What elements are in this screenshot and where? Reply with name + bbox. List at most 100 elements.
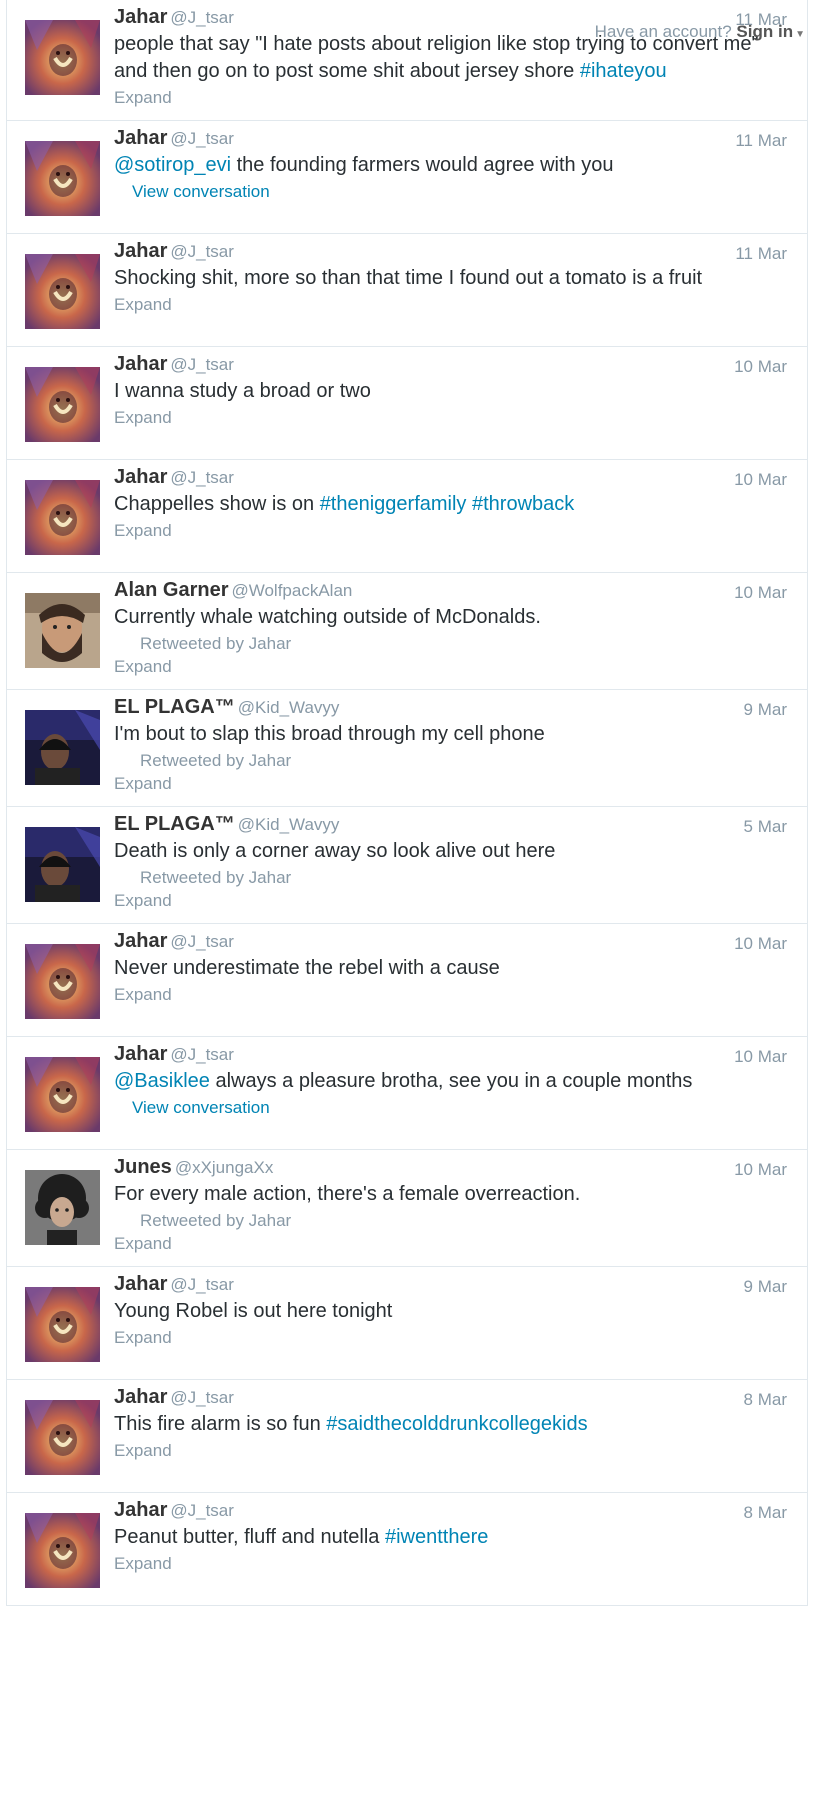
expand-link[interactable]: Expand	[114, 657, 787, 677]
author-name[interactable]: Jahar	[114, 240, 167, 262]
tweet[interactable]: EL PLAGA™ @Kid_Wavyy 5 Mar Death is only a …	[7, 807, 807, 924]
tweet[interactable]: Jahar @J_tsar 10 Mar Chappelles show is on …	[7, 460, 807, 573]
tweet[interactable]: EL PLAGA™ @Kid_Wavyy 9 Mar I'm bout to slap…	[7, 690, 807, 807]
author-handle[interactable]: @J_tsar	[170, 355, 234, 374]
author-name[interactable]: Jahar	[114, 353, 167, 375]
author-name[interactable]: Jahar	[114, 1499, 167, 1521]
author-name[interactable]: Jahar	[114, 127, 167, 149]
have-account-text: Have an account?	[594, 22, 732, 41]
lion-avatar[interactable]	[25, 944, 100, 1019]
lion-avatar[interactable]	[25, 1513, 100, 1588]
tweet-timestamp[interactable]: 10 Mar	[734, 357, 787, 377]
expand-link[interactable]: Expand	[114, 88, 787, 108]
tweet[interactable]: Jahar @J_tsar 11 Mar people that say "I hat…	[7, 0, 807, 121]
lion-avatar[interactable]	[25, 367, 100, 442]
tweet[interactable]: Jahar @J_tsar 8 Mar This fire alarm is so f…	[7, 1380, 807, 1493]
hashtag-link[interactable]: #theniggerfamily	[320, 493, 467, 515]
lion-avatar[interactable]	[25, 1057, 100, 1132]
expand-link[interactable]: Expand	[114, 521, 787, 541]
dark-photo-avatar[interactable]	[25, 710, 100, 785]
retweeted-by[interactable]: Retweeted by Jahar	[114, 751, 787, 771]
expand-link[interactable]: Expand	[114, 295, 787, 315]
author-handle[interactable]: @J_tsar	[170, 932, 234, 951]
tweet[interactable]: Jahar @J_tsar 11 Mar @sotirop_evi the found…	[7, 121, 807, 234]
author-name[interactable]: Jahar	[114, 6, 167, 28]
author-handle[interactable]: @J_tsar	[170, 242, 234, 261]
tweet-timestamp[interactable]: 10 Mar	[734, 1047, 787, 1067]
author-handle[interactable]: @J_tsar	[170, 1045, 234, 1064]
mention-link[interactable]: @sotirop_evi	[114, 154, 231, 176]
author-name[interactable]: Jahar	[114, 1273, 167, 1295]
tweet[interactable]: Jahar @J_tsar 10 Mar @Basiklee always a ple…	[7, 1037, 807, 1150]
tweet[interactable]: Junes @xXjungaXx 10 Mar For every male acti…	[7, 1150, 807, 1267]
author-handle[interactable]: @J_tsar	[170, 129, 234, 148]
tweet-timestamp[interactable]: 11 Mar	[735, 244, 787, 264]
lion-avatar[interactable]	[25, 20, 100, 95]
tweet[interactable]: Jahar @J_tsar 11 Mar Shocking shit, more so…	[7, 234, 807, 347]
retweeted-by[interactable]: Retweeted by Jahar	[114, 634, 787, 654]
expand-link[interactable]: Expand	[114, 985, 787, 1005]
curly-hair-avatar[interactable]	[25, 1170, 100, 1245]
dark-photo-avatar[interactable]	[25, 827, 100, 902]
author-handle[interactable]: @Kid_Wavyy	[238, 698, 340, 717]
tweet-text-segment: I'm bout to slap this broad through my c…	[114, 723, 545, 745]
lion-avatar[interactable]	[25, 254, 100, 329]
tweet-timestamp[interactable]: 11 Mar	[735, 131, 787, 151]
expand-link[interactable]: Expand	[114, 408, 787, 428]
tweet[interactable]: Jahar @J_tsar 10 Mar Never underestimate th…	[7, 924, 807, 1037]
tweet-header: Jahar @J_tsar	[114, 127, 787, 150]
tweet-text-segment: always a pleasure brotha, see you in a c…	[209, 1070, 693, 1092]
author-name[interactable]: Junes	[114, 1156, 172, 1178]
author-handle[interactable]: @J_tsar	[170, 1501, 234, 1520]
expand-link[interactable]: Expand	[114, 774, 787, 794]
tweet-timestamp[interactable]: 10 Mar	[734, 583, 787, 603]
tweet-timestamp[interactable]: 8 Mar	[744, 1390, 787, 1410]
author-name[interactable]: Jahar	[114, 1043, 167, 1065]
view-conversation-link[interactable]: View conversation	[114, 182, 787, 202]
expand-link[interactable]: Expand	[114, 1441, 787, 1461]
author-handle[interactable]: @J_tsar	[170, 468, 234, 487]
author-handle[interactable]: @xXjungaXx	[175, 1158, 274, 1177]
author-name[interactable]: Jahar	[114, 930, 167, 952]
mention-link[interactable]: @Basiklee	[114, 1070, 210, 1092]
tweet[interactable]: Jahar @J_tsar 9 Mar Young Robel is out here…	[7, 1267, 807, 1380]
hashtag-link[interactable]: #throwback	[472, 493, 574, 515]
author-handle[interactable]: @J_tsar	[170, 1388, 234, 1407]
expand-link[interactable]: Expand	[114, 891, 787, 911]
author-handle[interactable]: @J_tsar	[170, 8, 234, 27]
hashtag-link[interactable]: #saidthecolddrunkcollegekids	[326, 1413, 587, 1435]
hashtag-link[interactable]: #iwentthere	[385, 1526, 488, 1548]
retweeted-by[interactable]: Retweeted by Jahar	[114, 1211, 787, 1231]
bearded-man-avatar[interactable]	[25, 593, 100, 668]
tweet-timestamp[interactable]: 10 Mar	[734, 1160, 787, 1180]
tweet-timestamp[interactable]: 9 Mar	[744, 1277, 787, 1297]
author-name[interactable]: Jahar	[114, 1386, 167, 1408]
lion-avatar[interactable]	[25, 480, 100, 555]
tweet-timestamp[interactable]: 9 Mar	[744, 700, 787, 720]
tweet-timestamp[interactable]: 5 Mar	[744, 817, 787, 837]
expand-link[interactable]: Expand	[114, 1234, 787, 1254]
author-name[interactable]: EL PLAGA™	[114, 813, 235, 835]
expand-link[interactable]: Expand	[114, 1328, 787, 1348]
author-name[interactable]: Alan Garner	[114, 579, 228, 601]
lion-avatar[interactable]	[25, 141, 100, 216]
author-handle[interactable]: @Kid_Wavyy	[238, 815, 340, 834]
author-handle[interactable]: @WolfpackAlan	[231, 581, 352, 600]
tweet[interactable]: Jahar @J_tsar 10 Mar I wanna study a broad …	[7, 347, 807, 460]
tweet-timestamp[interactable]: 10 Mar	[734, 470, 787, 490]
author-name[interactable]: EL PLAGA™	[114, 696, 235, 718]
lion-avatar[interactable]	[25, 1287, 100, 1362]
tweet-timestamp[interactable]: 8 Mar	[744, 1503, 787, 1523]
lion-avatar[interactable]	[25, 1400, 100, 1475]
tweet-timestamp[interactable]: 10 Mar	[734, 934, 787, 954]
hashtag-link[interactable]: #ihateyou	[580, 60, 667, 82]
sign-in-link[interactable]: Sign in	[736, 22, 793, 41]
author-name[interactable]: Jahar	[114, 466, 167, 488]
author-handle[interactable]: @J_tsar	[170, 1275, 234, 1294]
caret-down-icon[interactable]: ▼	[795, 29, 805, 40]
retweeted-by[interactable]: Retweeted by Jahar	[114, 868, 787, 888]
tweet[interactable]: Alan Garner @WolfpackAlan 10 Mar Currently …	[7, 573, 807, 690]
expand-link[interactable]: Expand	[114, 1554, 787, 1574]
tweet[interactable]: Jahar @J_tsar 8 Mar Peanut butter, fluff an…	[7, 1493, 807, 1606]
view-conversation-link[interactable]: View conversation	[114, 1098, 787, 1118]
